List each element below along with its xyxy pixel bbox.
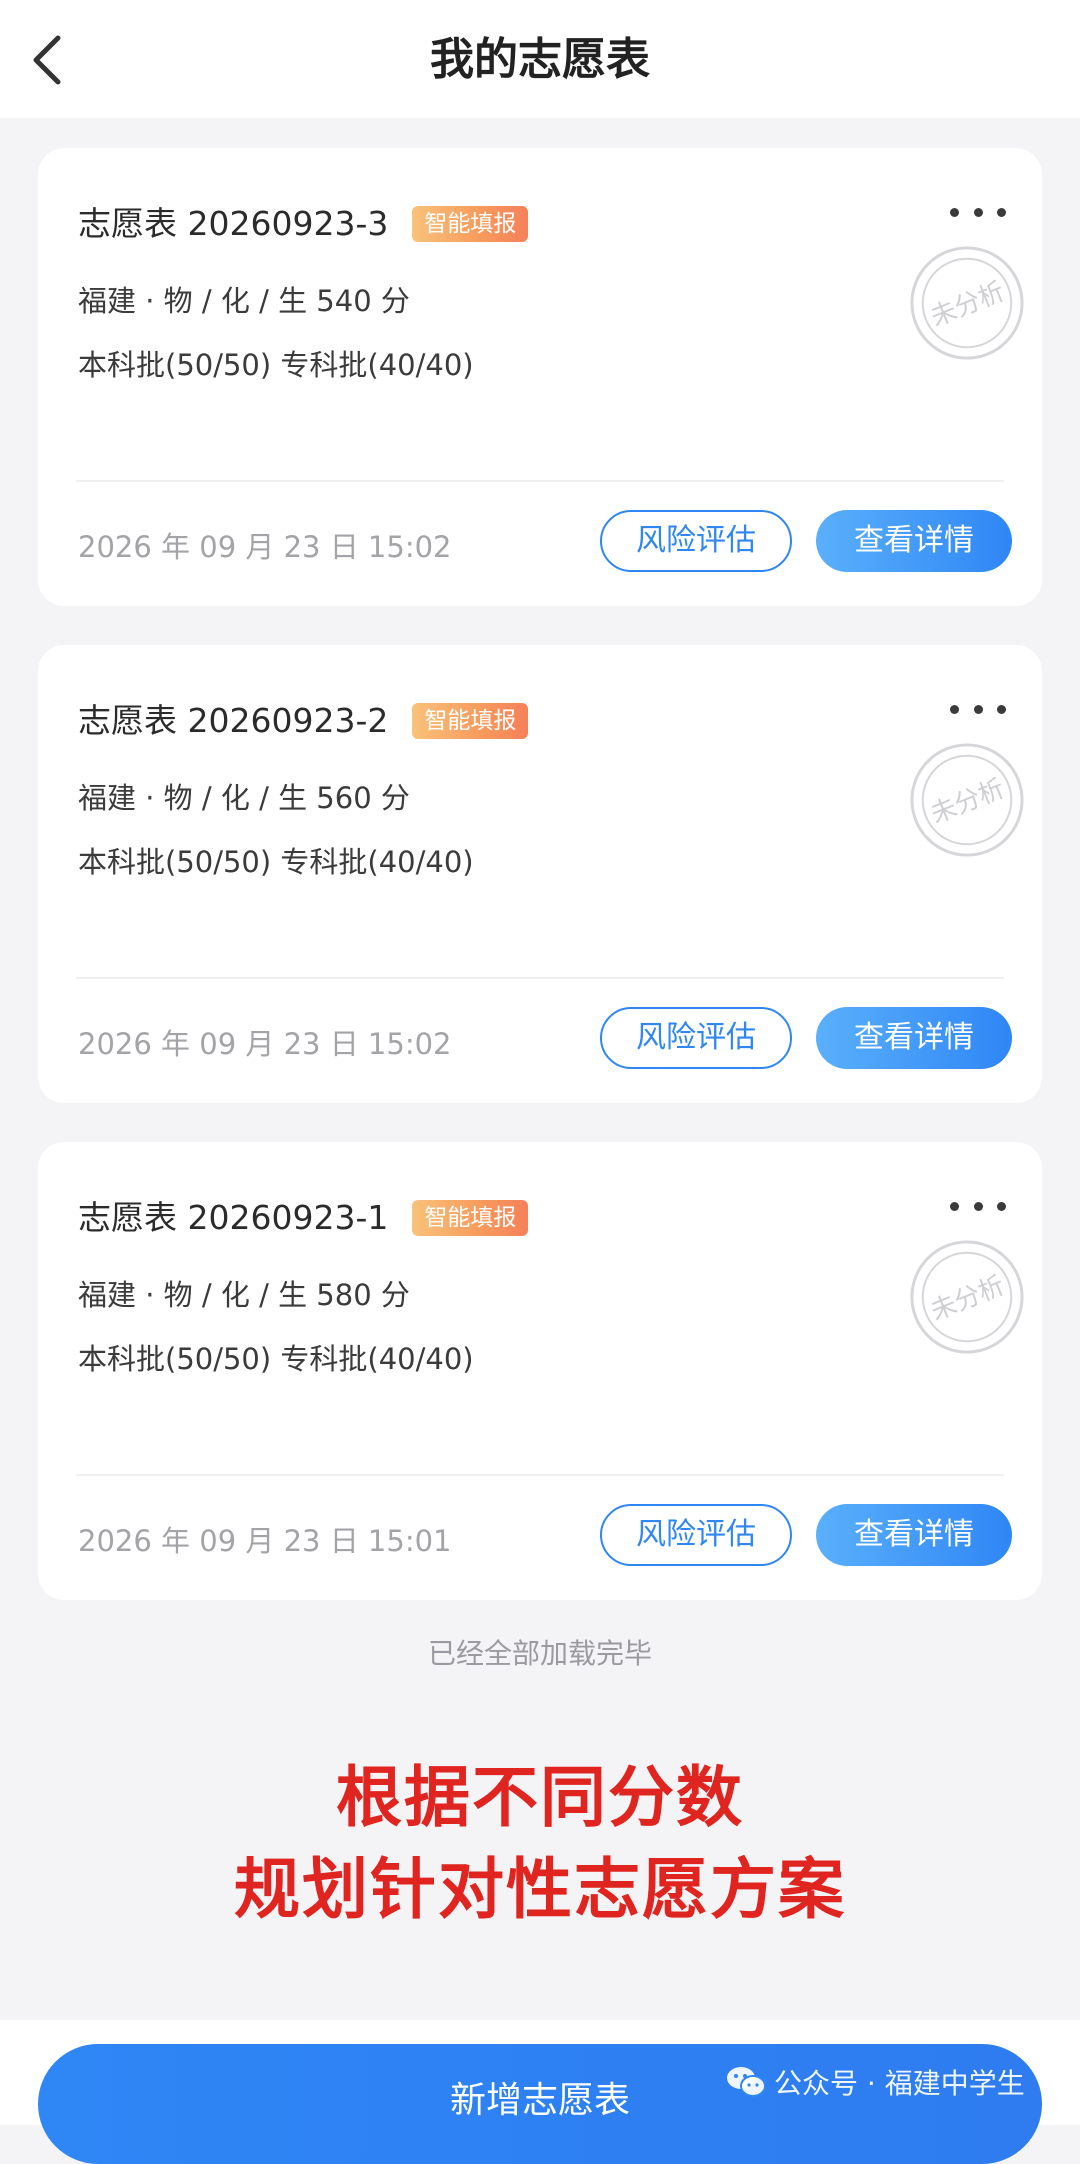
- score-profile: 福建 · 物 / 化 / 生 580 分: [78, 1278, 410, 1312]
- svg-text:未分析: 未分析: [927, 276, 1009, 333]
- wechat-icon: [727, 2067, 766, 2097]
- not-analyzed-stamp: 未分析: [910, 1240, 1024, 1354]
- smart-fill-badge: 智能填报: [412, 206, 529, 242]
- view-details-button[interactable]: 查看详情: [816, 1504, 1012, 1566]
- list-end-text: 已经全部加载完毕: [427, 1637, 652, 1670]
- volunteer-table-card: 志愿表 20260923-1 智能填报 未分析 福建 · 物 / 化 / 生 5…: [38, 1142, 1042, 1600]
- risk-assessment-button[interactable]: 风险评估: [600, 1007, 792, 1069]
- card-title-row: 志愿表 20260923-1 智能填报: [78, 1188, 529, 1248]
- more-options-button[interactable]: [950, 198, 1006, 226]
- more-options-button[interactable]: [950, 1192, 1006, 1220]
- score-profile: 福建 · 物 / 化 / 生 560 分: [78, 781, 410, 815]
- top-bar: 我的志愿表: [0, 0, 1080, 118]
- card-name: 志愿表 20260923-2: [78, 701, 389, 740]
- view-details-button[interactable]: 查看详情: [816, 1007, 1012, 1069]
- smart-fill-badge: 智能填报: [412, 703, 529, 739]
- more-options-button[interactable]: [950, 695, 1006, 723]
- risk-assessment-button[interactable]: 风险评估: [600, 1504, 792, 1566]
- view-details-button[interactable]: 查看详情: [816, 510, 1012, 572]
- divider: [76, 480, 1004, 482]
- created-date: 2026 年 09 月 23 日 15:01: [78, 1524, 452, 1558]
- smart-fill-badge: 智能填报: [412, 1200, 529, 1236]
- risk-assessment-button[interactable]: 风险评估: [600, 510, 792, 572]
- card-name: 志愿表 20260923-3: [78, 204, 389, 243]
- svg-text:未分析: 未分析: [927, 773, 1009, 830]
- watermark-text: 公众号 · 福建中学生: [774, 2067, 1025, 2100]
- created-date: 2026 年 09 月 23 日 15:02: [78, 1027, 452, 1061]
- batch-summary: 本科批(50/50) 专科批(40/40): [78, 348, 474, 382]
- wechat-watermark: 公众号 · 福建中学生: [726, 2060, 1025, 2104]
- score-profile: 福建 · 物 / 化 / 生 540 分: [78, 284, 410, 318]
- divider: [76, 1474, 1004, 1476]
- card-title-row: 志愿表 20260923-2 智能填报: [78, 691, 529, 751]
- created-date: 2026 年 09 月 23 日 15:02: [78, 530, 452, 564]
- not-analyzed-stamp: 未分析: [910, 246, 1024, 360]
- volunteer-table-card: 志愿表 20260923-3 智能填报 未分析 福建 · 物 / 化 / 生 5…: [38, 148, 1042, 606]
- promo-line-2: 规划针对性志愿方案: [234, 1851, 846, 1928]
- divider: [76, 977, 1004, 979]
- promo-line-1: 根据不同分数: [336, 1759, 744, 1836]
- not-analyzed-stamp: 未分析: [910, 743, 1024, 857]
- card-title-row: 志愿表 20260923-3 智能填报: [78, 194, 529, 254]
- card-name: 志愿表 20260923-1: [78, 1198, 389, 1237]
- svg-text:未分析: 未分析: [927, 1270, 1009, 1327]
- batch-summary: 本科批(50/50) 专科批(40/40): [78, 845, 474, 879]
- volunteer-table-card: 志愿表 20260923-2 智能填报 未分析 福建 · 物 / 化 / 生 5…: [38, 645, 1042, 1103]
- batch-summary: 本科批(50/50) 专科批(40/40): [78, 1342, 474, 1376]
- page-title: 我的志愿表: [430, 34, 650, 85]
